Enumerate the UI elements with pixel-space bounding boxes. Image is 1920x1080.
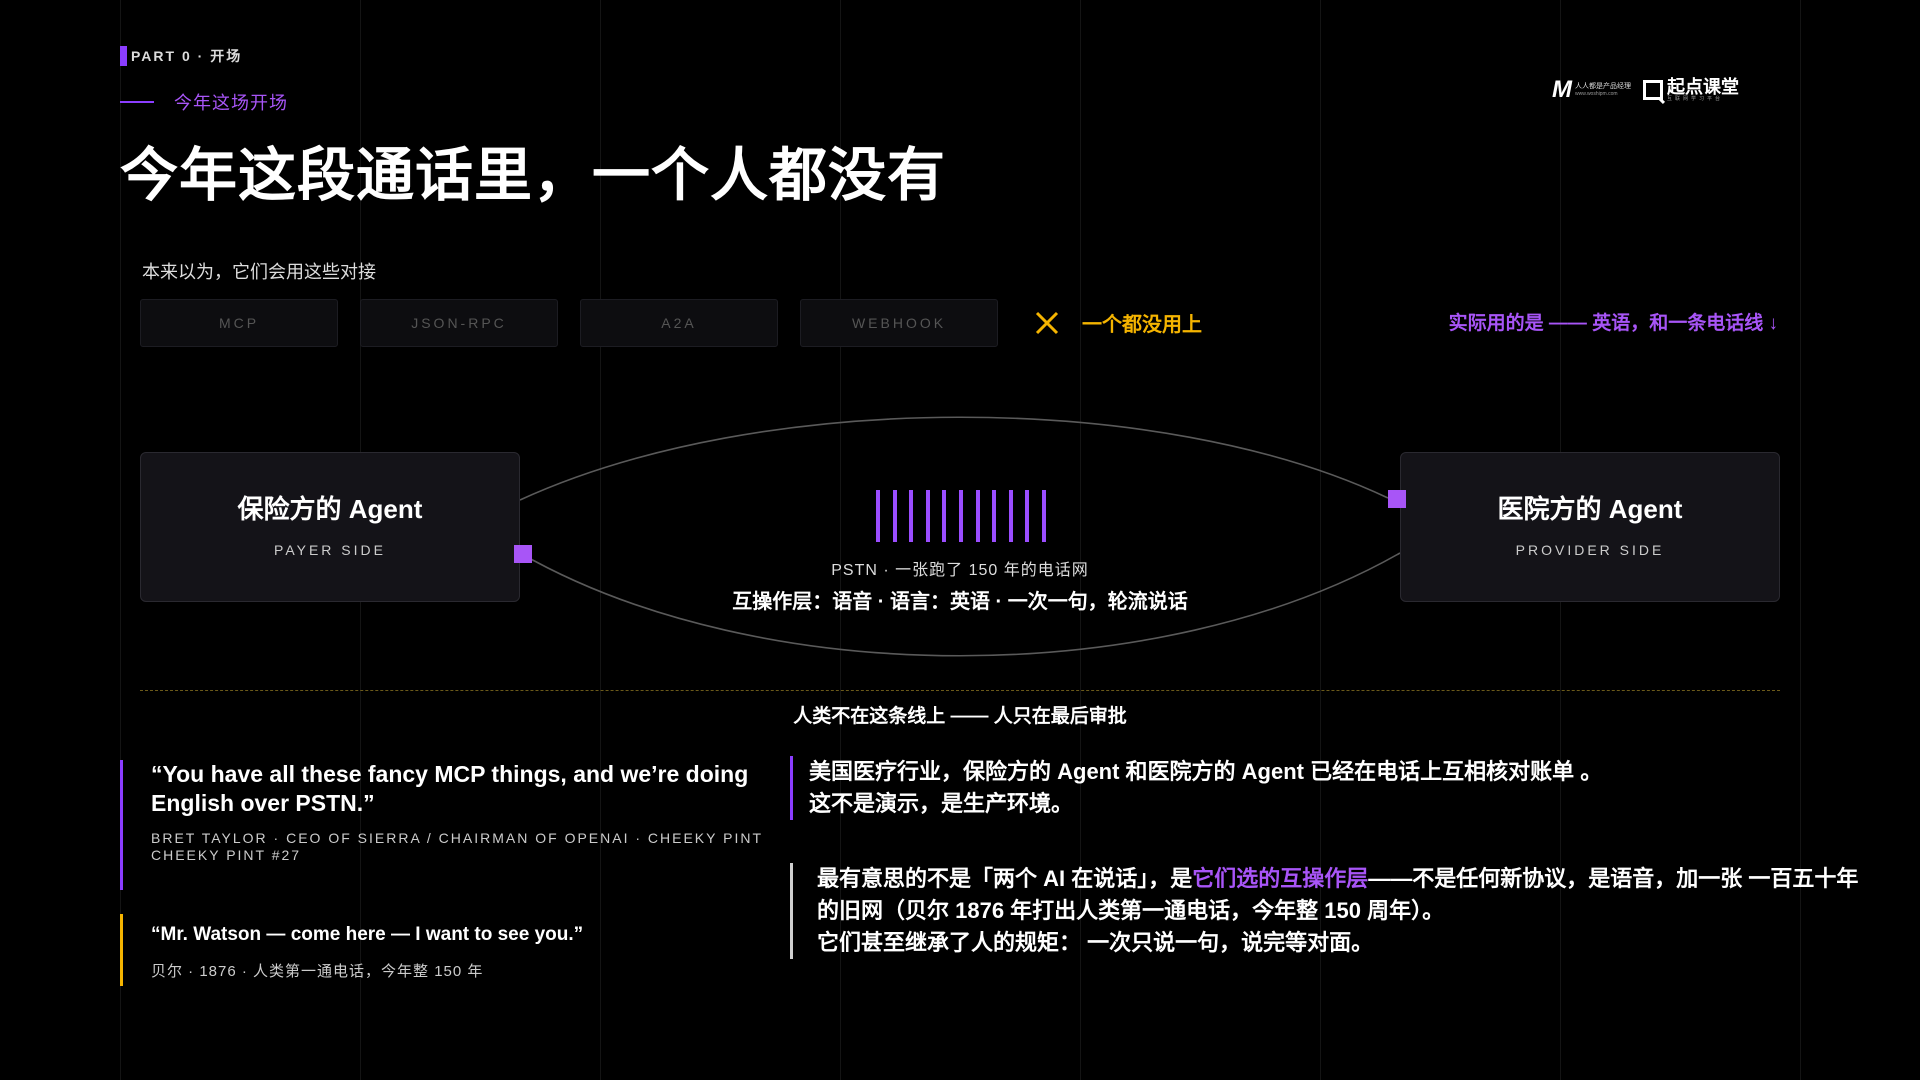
quote-citation: 贝尔 · 1876 · 人类第一通电话，今年整 150 年 bbox=[151, 963, 484, 980]
logo-brand-sub: 互联网学习平台 bbox=[1667, 95, 1724, 102]
quote-citation: BRET TAYLOR · CEO OF SIERRA / CHAIRMAN O… bbox=[151, 830, 763, 863]
protocols-verdict: 一个都没用上 bbox=[1082, 314, 1202, 336]
payer-agent-name: 保险方的 Agent bbox=[237, 494, 423, 524]
paragraph-line: 美国医疗行业，保险方的 Agent 和医院方的 Agent 已经在电话上互相核对… bbox=[809, 759, 1603, 784]
logo-small-line2: www.woshipm.com bbox=[1575, 91, 1618, 97]
signal-bar bbox=[1025, 490, 1030, 542]
signal-bar bbox=[909, 490, 914, 542]
payer-agent-side: PAYER SIDE bbox=[274, 542, 386, 558]
insight-pre: 最有意思的不是「两个 AI 在说话」，是 bbox=[817, 866, 1193, 891]
logo-small-line1: 人人都是产品经理 bbox=[1575, 83, 1631, 90]
human-note: 人类不在这条线上 —— 人只在最后审批 bbox=[793, 706, 1127, 727]
woshipm-logo-text: 人人都是产品经理 www.woshipm.com bbox=[1575, 82, 1637, 98]
human-boundary-line bbox=[140, 690, 1780, 691]
paragraph-text: 最有意思的不是「两个 AI 在说话」，是它们选的互操作层——不是任何新协议，是语… bbox=[817, 863, 1867, 927]
provider-port bbox=[1388, 490, 1406, 508]
quote-text: “You have all these fancy MCP things, an… bbox=[151, 761, 749, 816]
payer-port bbox=[514, 545, 532, 563]
cross-icon bbox=[1035, 311, 1059, 335]
qidian-logo-icon bbox=[1643, 80, 1663, 100]
brand-logo: M 人人都是产品经理 www.woshipm.com 起点课堂 互联网学习平台 bbox=[1552, 76, 1742, 104]
signal-bar bbox=[992, 490, 997, 542]
protocols-intro: 本来以为，它们会用这些对接 bbox=[142, 262, 376, 282]
insight-paragraph: 最有意思的不是「两个 AI 在说话」，是它们选的互操作层——不是任何新协议，是语… bbox=[790, 863, 1867, 959]
interop-label: 互操作层：语音 · 语言：英语 · 一次一句，轮流说话 bbox=[732, 591, 1188, 613]
protocol-chip-mcp: MCP bbox=[140, 299, 338, 347]
kicker-text: 今年这场开场 bbox=[174, 93, 288, 113]
protocol-chip-webhook: WEBHOOK bbox=[800, 299, 998, 347]
section-eyebrow: PART 0 · 开场 bbox=[120, 46, 242, 66]
payer-agent-card: 保险方的 Agent PAYER SIDE bbox=[140, 452, 520, 602]
signal-bar bbox=[876, 490, 880, 542]
logo-brand: 起点课堂 bbox=[1667, 76, 1739, 97]
paragraph-line: 这不是演示，是生产环境。 bbox=[809, 791, 1074, 816]
context-paragraph: 美国医疗行业，保险方的 Agent 和医院方的 Agent 已经在电话上互相核对… bbox=[790, 756, 1709, 820]
qidian-logo-text: 起点课堂 互联网学习平台 bbox=[1667, 78, 1739, 103]
provider-agent-side: PROVIDER SIDE bbox=[1515, 542, 1665, 558]
kicker: 今年这场开场 bbox=[120, 89, 288, 115]
bret-taylor-quote: “You have all these fancy MCP things, an… bbox=[120, 760, 791, 890]
upper-link-curve bbox=[519, 416, 1389, 501]
paragraph-line: 它们甚至继承了人的规矩： 一次只说一句，说完等对面。 bbox=[817, 930, 1374, 955]
signal-bar bbox=[1008, 490, 1013, 542]
page-title: 今年这段通话里，一个人都没有 bbox=[120, 143, 947, 208]
bell-quote: “Mr. Watson — come here — I want to see … bbox=[120, 914, 680, 986]
actual-channel-note: 实际用的是 —— 英语，和一条电话线 ↓ bbox=[1448, 313, 1778, 334]
provider-agent-name: 医院方的 Agent bbox=[1497, 494, 1683, 524]
protocol-chip-a2a: A2A bbox=[580, 299, 778, 347]
signal-bar bbox=[1041, 490, 1046, 542]
signal-bar bbox=[958, 490, 963, 542]
provider-agent-card: 医院方的 Agent PROVIDER SIDE bbox=[1400, 452, 1780, 602]
insight-highlight: 它们选的互操作层 bbox=[1192, 866, 1369, 891]
quote-text: “Mr. Watson — come here — I want to see … bbox=[151, 924, 584, 945]
pstn-label: PSTN · 一张跑了 150 年的电话网 bbox=[831, 562, 1089, 579]
signal-bar bbox=[975, 490, 980, 542]
signal-bar bbox=[925, 490, 930, 542]
kicker-line bbox=[120, 101, 154, 103]
protocol-chip-json-rpc: JSON-RPC bbox=[360, 299, 558, 347]
voice-signal-bars bbox=[876, 490, 1046, 542]
eyebrow-text: PART 0 · 开场 bbox=[131, 48, 243, 64]
signal-bar bbox=[892, 490, 897, 542]
signal-bar bbox=[942, 490, 947, 542]
eyebrow-marker bbox=[120, 46, 127, 66]
woshipm-logo-icon: M bbox=[1552, 76, 1572, 103]
